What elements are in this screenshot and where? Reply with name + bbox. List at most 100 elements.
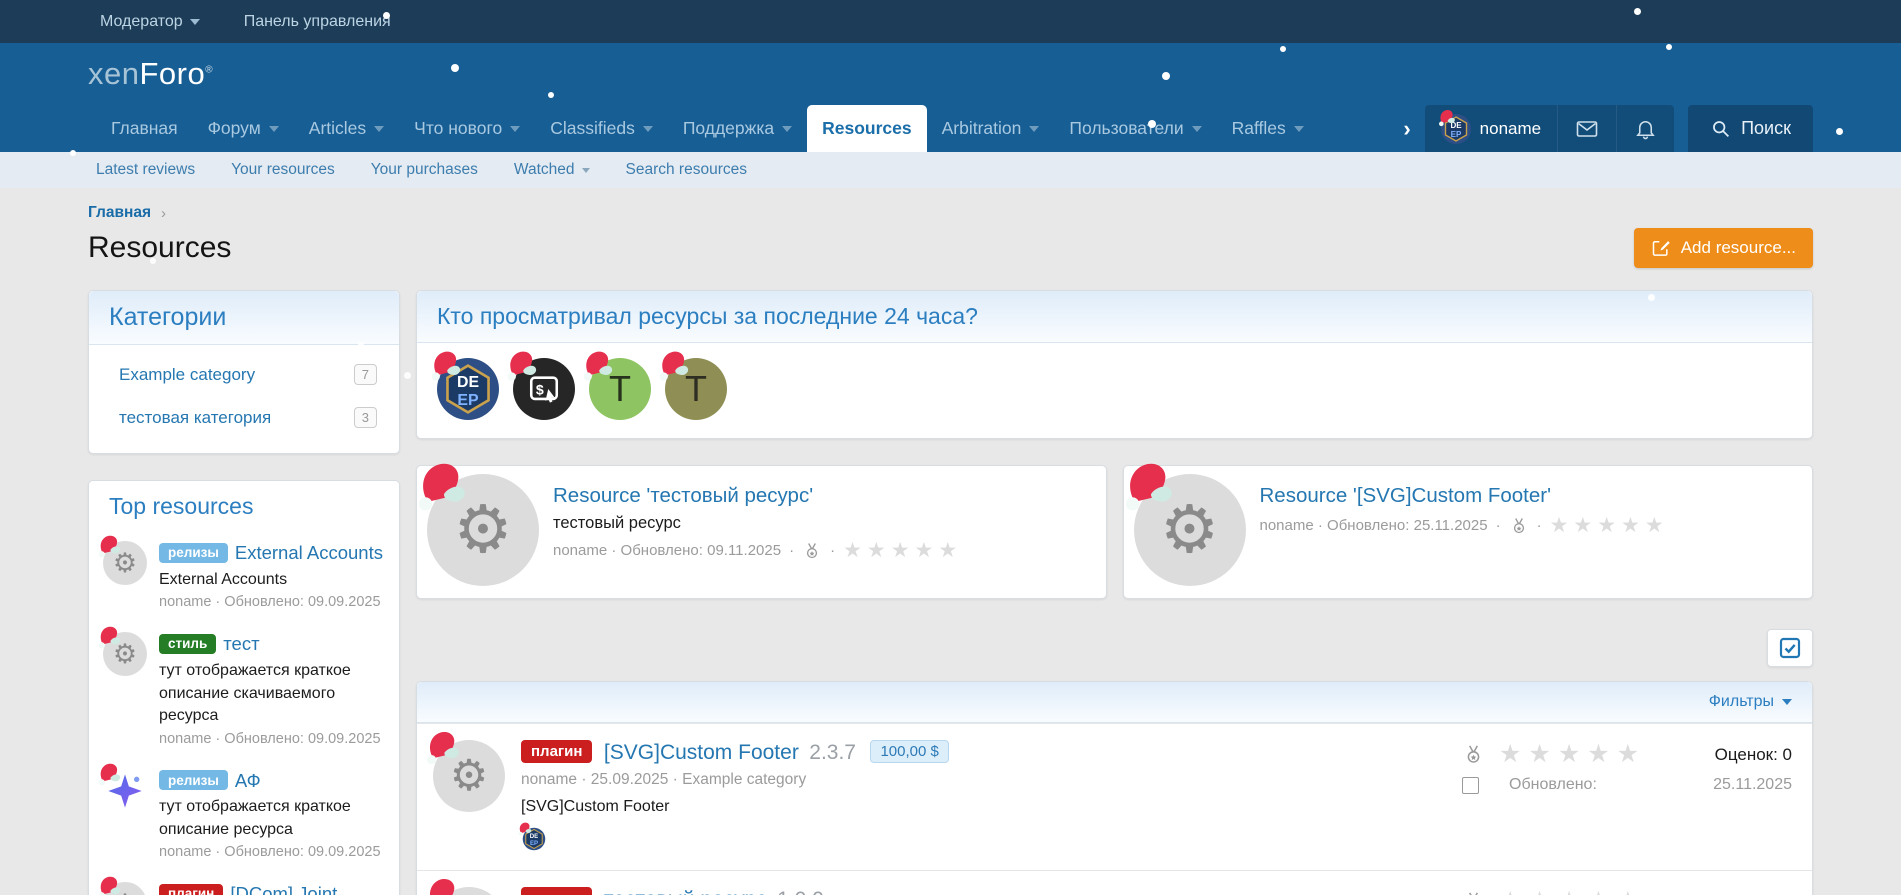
- edit-icon: [1651, 238, 1671, 258]
- star-rating[interactable]: ★★★★★: [1499, 742, 1646, 767]
- star-rating[interactable]: ★★★★★: [1499, 889, 1646, 895]
- medal-icon: [1462, 743, 1485, 766]
- top-resource-item[interactable]: ⚙ плагин[DCom] Joint Purchases aaa nonam…: [89, 873, 399, 895]
- resource-list: Фильтры ⚙ плагин [SVG]Custom Footer 2.3.…: [416, 681, 1813, 895]
- star-rating: ★★★★★: [843, 540, 962, 561]
- nav-overflow-chevron-icon[interactable]: ›: [1389, 105, 1424, 152]
- recent-viewers-block: Кто просматривал ресурсы за последние 24…: [416, 290, 1813, 439]
- prefix-badge: плагин: [521, 740, 592, 763]
- breadcrumb-home[interactable]: Главная: [88, 204, 151, 222]
- main-nav: Главная Форум Articles Что нового Classi…: [0, 105, 1901, 152]
- resource-link[interactable]: Resource '[SVG]Custom Footer': [1260, 484, 1552, 508]
- resource-version: 2.3.7: [809, 741, 856, 764]
- prefix-badge: плагин: [159, 884, 223, 895]
- gear-avatar: ⚙: [433, 740, 505, 812]
- resource-link[interactable]: External Accounts: [235, 542, 383, 563]
- resource-tagline: [SVG]Custom Footer: [521, 798, 1446, 816]
- recent-viewers-heading: Кто просматривал ресурсы за последние 24…: [417, 291, 1812, 343]
- search-icon: [1710, 118, 1731, 139]
- resource-link[interactable]: АФ: [235, 770, 261, 791]
- prefix-badge: плагин: [521, 887, 592, 895]
- subnav-watched[interactable]: Watched: [514, 161, 590, 179]
- resource-tagline: тут отображается краткое описание скачив…: [159, 660, 383, 727]
- category-test[interactable]: тестовая категория 3: [89, 396, 399, 439]
- resource-row[interactable]: ⚙ плагин тестовый ресурс 1.0.0 ★★: [417, 870, 1812, 895]
- xenforo-logo[interactable]: xenForo®: [88, 56, 213, 92]
- moderator-bar: Модератор Панель управления: [0, 0, 1901, 43]
- featured-resource-card[interactable]: ⚙ Resource 'тестовый ресурс' тестовый ре…: [416, 465, 1107, 599]
- resource-meta: noname · 25.09.2025 · Example category: [521, 771, 1446, 789]
- bell-icon: [1634, 117, 1657, 140]
- tab-whats-new[interactable]: Что нового: [399, 105, 535, 152]
- subnav-search-resources[interactable]: Search resources: [626, 161, 747, 179]
- top-resource-item[interactable]: релизы АФ тут отображается краткое описан…: [89, 760, 399, 874]
- tab-home[interactable]: Главная: [96, 105, 193, 152]
- subnav-latest-reviews[interactable]: Latest reviews: [96, 161, 195, 179]
- prefix-badge: релизы: [159, 770, 228, 790]
- tab-users[interactable]: Пользователи: [1054, 105, 1216, 152]
- gear-avatar: ⚙: [433, 887, 505, 895]
- star-rating: ★★★★★: [1550, 515, 1669, 536]
- category-example[interactable]: Example category 7: [89, 353, 399, 396]
- tab-resources[interactable]: Resources: [807, 105, 927, 152]
- viewer-avatar-t-green[interactable]: T: [589, 358, 651, 420]
- resource-link[interactable]: тестовый ресурс: [604, 888, 767, 895]
- featured-resource-card[interactable]: ⚙ Resource '[SVG]Custom Footer' noname ·…: [1123, 465, 1814, 599]
- chevron-down-icon: [1192, 126, 1202, 132]
- prefix-badge: стиль: [159, 634, 216, 654]
- tab-forum[interactable]: Форум: [193, 105, 294, 152]
- alerts-button[interactable]: [1616, 105, 1674, 152]
- gear-avatar: ⚙: [103, 632, 147, 676]
- sparkle-avatar: [103, 769, 147, 813]
- chevron-down-icon: [1029, 126, 1039, 132]
- resource-link[interactable]: Resource 'тестовый ресурс': [553, 484, 813, 508]
- chevron-down-icon: [374, 126, 384, 132]
- resource-meta: noname · Обновлено: 25.11.2025 · · ★★★★★: [1260, 515, 1669, 536]
- subnav-your-purchases[interactable]: Your purchases: [371, 161, 478, 179]
- medal-icon: [1509, 516, 1529, 536]
- user-avatar: DE EP: [1441, 114, 1471, 144]
- medal-icon: [802, 541, 822, 561]
- resource-row[interactable]: ⚙ плагин [SVG]Custom Footer 2.3.7 100,00…: [417, 723, 1812, 870]
- viewer-avatar-dollar[interactable]: $: [513, 358, 575, 420]
- rating-count: Оценок: 0: [1715, 745, 1792, 765]
- viewer-avatar-t-olive[interactable]: T: [665, 358, 727, 420]
- account-menu[interactable]: DE EP noname: [1425, 105, 1557, 152]
- inbox-button[interactable]: [1557, 105, 1616, 152]
- gear-avatar: ⚙: [103, 541, 147, 585]
- tab-articles[interactable]: Articles: [294, 105, 399, 152]
- resource-link[interactable]: тест: [223, 633, 259, 654]
- add-resource-button[interactable]: Add resource...: [1634, 228, 1813, 268]
- viewer-avatar-deep[interactable]: DE EP: [437, 358, 499, 420]
- gear-avatar: ⚙: [1134, 474, 1246, 586]
- top-resource-item[interactable]: ⚙ релизы External Accounts External Accou…: [89, 532, 399, 623]
- resource-tagline: тестовый ресурс: [553, 514, 962, 533]
- tab-raffles[interactable]: Raffles: [1217, 105, 1319, 152]
- updated-label: Обновлено:: [1509, 776, 1597, 794]
- search-button[interactable]: Поиск: [1688, 105, 1813, 152]
- tab-support[interactable]: Поддержка: [668, 105, 807, 152]
- tab-classifieds[interactable]: Classifieds: [535, 105, 668, 152]
- multi-select-button[interactable]: [1767, 629, 1813, 667]
- resource-meta: noname · Обновлено: 09.09.2025: [159, 731, 383, 747]
- updater-avatar[interactable]: DE EP: [521, 826, 547, 852]
- resource-link[interactable]: [SVG]Custom Footer: [604, 741, 799, 764]
- tab-arbitration[interactable]: Arbitration: [927, 105, 1055, 152]
- chevron-down-icon: [643, 126, 653, 132]
- filters-menu[interactable]: Фильтры: [417, 682, 1812, 723]
- categories-block: Категории Example category 7 тестовая ка…: [88, 290, 400, 454]
- chevron-down-icon: [269, 126, 279, 132]
- top-resources-heading: Top resources: [89, 481, 399, 532]
- resource-tagline: External Accounts: [159, 569, 383, 591]
- svg-text:DE: DE: [1450, 121, 1462, 130]
- rating-count: Оценок: 0: [1715, 892, 1792, 895]
- chevron-down-icon: [1782, 699, 1792, 705]
- moderator-menu[interactable]: Модератор: [100, 13, 200, 31]
- svg-text:DE: DE: [457, 374, 479, 391]
- top-resource-item[interactable]: ⚙ стиль тест тут отображается краткое опи…: [89, 623, 399, 759]
- prefix-badge: релизы: [159, 543, 228, 563]
- admin-panel-link[interactable]: Панель управления: [244, 13, 391, 31]
- resource-tagline: тут отображается краткое описание ресурс…: [159, 796, 383, 841]
- select-checkbox[interactable]: [1462, 777, 1479, 794]
- subnav-your-resources[interactable]: Your resources: [231, 161, 335, 179]
